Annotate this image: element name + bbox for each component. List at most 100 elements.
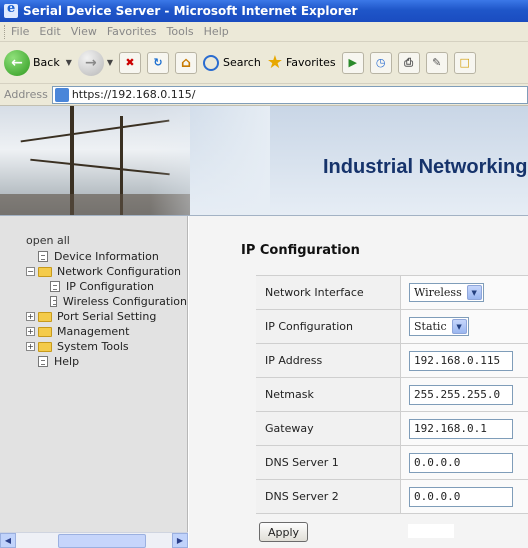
- network-interface-value: Wireless: [414, 286, 462, 299]
- form-row-dns-server-2: DNS Server 2 0.0.0.0: [256, 480, 528, 514]
- folder-icon: [38, 341, 52, 352]
- page-icon: [54, 87, 69, 102]
- edit-button[interactable]: ✎: [425, 51, 448, 74]
- dns-server-1-input[interactable]: 0.0.0.0: [409, 452, 513, 473]
- menu-file[interactable]: File: [11, 25, 29, 38]
- refresh-button[interactable]: ↻: [147, 51, 170, 74]
- dns-server-1-label: DNS Server 1: [256, 446, 401, 479]
- sidebar-horizontal-scrollbar[interactable]: ◀ ▶: [0, 532, 188, 548]
- folder-icon: [38, 326, 52, 337]
- banner-fade: [150, 106, 270, 215]
- sidebar-item-label: Network Configuration: [57, 265, 182, 278]
- menu-tools[interactable]: Tools: [167, 25, 194, 38]
- chevron-down-icon[interactable]: ▼: [451, 319, 467, 334]
- open-all-link[interactable]: open all: [26, 234, 187, 247]
- address-bar: Address https://192.168.0.115/: [0, 84, 528, 106]
- sidebar-item-label: System Tools: [57, 340, 129, 353]
- sidebar-item-wireless-configuration[interactable]: Wireless Configuration: [26, 294, 187, 309]
- back-label: Back: [33, 56, 60, 69]
- ip-config-form: Network Interface Wireless ▼ IP Configur…: [256, 275, 528, 514]
- form-row-ip-configuration: IP Configuration Static ▼: [256, 310, 528, 344]
- favorites-star-icon: ★: [266, 52, 283, 73]
- netmask-input[interactable]: 255.255.255.0: [409, 384, 513, 405]
- chevron-down-icon[interactable]: ▼: [466, 285, 482, 300]
- form-row-ip-address: IP Address 192.168.0.115: [256, 344, 528, 378]
- favorites-button[interactable]: ★ Favorites: [267, 52, 336, 73]
- collapse-icon[interactable]: −: [26, 267, 35, 276]
- search-icon: [203, 54, 220, 71]
- sidebar-item-network-configuration[interactable]: − Network Configuration: [26, 264, 187, 279]
- sidebar-item-label: Wireless Configuration: [62, 295, 187, 308]
- ip-configuration-select[interactable]: Static ▼: [409, 317, 469, 336]
- page-icon: [50, 281, 60, 292]
- menu-bar: File Edit View Favorites Tools Help: [0, 22, 528, 42]
- expand-icon[interactable]: +: [26, 312, 35, 321]
- search-button[interactable]: Search: [203, 54, 261, 71]
- menu-view[interactable]: View: [71, 25, 97, 38]
- window-title: Serial Device Server - Microsoft Interne…: [23, 4, 358, 18]
- sidebar-item-label: Management: [57, 325, 130, 338]
- media-button[interactable]: ▶: [341, 51, 364, 74]
- address-url: https://192.168.0.115/: [71, 88, 196, 101]
- print-button[interactable]: ⎙: [397, 51, 420, 74]
- expand-icon[interactable]: +: [26, 342, 35, 351]
- toolbar-grip: [4, 24, 7, 39]
- gateway-label: Gateway: [256, 412, 401, 445]
- sidebar-item-label: Device Information: [54, 250, 159, 263]
- sidebar-item-label: Port Serial Setting: [57, 310, 157, 323]
- ip-address-label: IP Address: [256, 344, 401, 377]
- home-button[interactable]: ⌂: [175, 51, 198, 74]
- history-button[interactable]: ◷: [369, 51, 392, 74]
- header-banner: Industrial Networking: [0, 106, 528, 216]
- sidebar-item-port-serial-setting[interactable]: + Port Serial Setting: [26, 309, 187, 324]
- folder-open-icon: [38, 266, 52, 277]
- menu-help[interactable]: Help: [204, 25, 229, 38]
- scroll-thumb[interactable]: [58, 533, 146, 548]
- form-row-netmask: Netmask 255.255.255.0: [256, 378, 528, 412]
- page-icon: [38, 356, 48, 367]
- forward-button[interactable]: →: [77, 49, 104, 76]
- browser-toolbar: ← Back ▼ → ▼ ✖ ↻ ⌂ Search ★ Favorites ▶ …: [0, 42, 528, 84]
- back-button[interactable]: ← Back: [4, 49, 60, 76]
- ip-configuration-value: Static: [414, 320, 447, 333]
- sidebar-item-management[interactable]: + Management: [26, 324, 187, 339]
- blank-field: [408, 524, 454, 538]
- internet-explorer-icon: [4, 1, 18, 18]
- netmask-label: Netmask: [256, 378, 401, 411]
- form-row-network-interface: Network Interface Wireless ▼: [256, 276, 528, 310]
- address-field[interactable]: https://192.168.0.115/: [51, 85, 528, 104]
- sidebar-item-device-information[interactable]: Device Information: [26, 249, 187, 264]
- ip-configuration-label: IP Configuration: [256, 310, 401, 343]
- folder-button[interactable]: □: [453, 51, 476, 74]
- page-title: IP Configuration: [241, 243, 360, 258]
- sidebar-item-system-tools[interactable]: + System Tools: [26, 339, 187, 354]
- network-interface-select[interactable]: Wireless ▼: [409, 283, 484, 302]
- menu-favorites[interactable]: Favorites: [107, 25, 157, 38]
- apply-button[interactable]: Apply: [259, 522, 309, 542]
- folder-icon: [38, 311, 52, 322]
- stop-button[interactable]: ✖: [119, 51, 142, 74]
- back-arrow-icon: ←: [4, 49, 30, 76]
- dns-server-2-input[interactable]: 0.0.0.0: [409, 486, 513, 507]
- sidebar-tree: open all Device Information − Network Co…: [0, 216, 188, 532]
- page-icon: [50, 296, 57, 307]
- dns-server-2-label: DNS Server 2: [256, 480, 401, 513]
- ip-address-input[interactable]: 192.168.0.115: [409, 350, 513, 371]
- back-dropdown-icon[interactable]: ▼: [66, 58, 72, 67]
- scroll-track[interactable]: [16, 533, 172, 548]
- page-icon: [38, 251, 48, 262]
- form-row-dns-server-1: DNS Server 1 0.0.0.0: [256, 446, 528, 480]
- sidebar-item-help[interactable]: Help: [26, 354, 187, 369]
- scroll-right-icon[interactable]: ▶: [172, 533, 188, 548]
- menu-edit[interactable]: Edit: [39, 25, 60, 38]
- network-interface-label: Network Interface: [256, 276, 401, 309]
- expand-icon[interactable]: +: [26, 327, 35, 336]
- sidebar-item-ip-configuration[interactable]: IP Configuration: [26, 279, 187, 294]
- favorites-label: Favorites: [285, 56, 336, 69]
- gateway-input[interactable]: 192.168.0.1: [409, 418, 513, 439]
- banner-title: Industrial Networking: [323, 156, 528, 178]
- forward-dropdown-icon[interactable]: ▼: [107, 58, 113, 67]
- main-content: IP Configuration Network Interface Wirel…: [189, 216, 528, 548]
- window-title-bar: Serial Device Server - Microsoft Interne…: [0, 0, 528, 22]
- scroll-left-icon[interactable]: ◀: [0, 533, 16, 548]
